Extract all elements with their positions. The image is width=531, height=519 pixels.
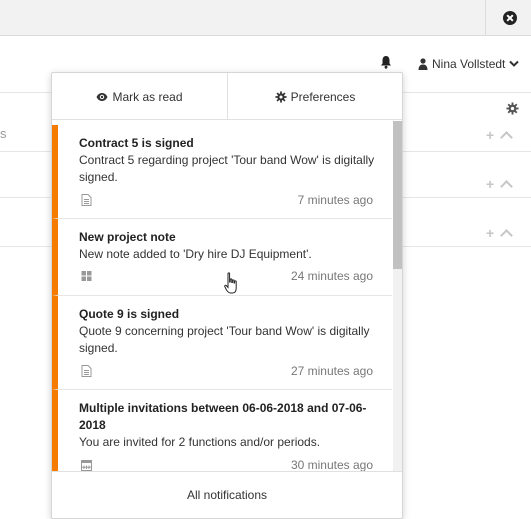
background-row-controls[interactable]: + xyxy=(486,226,526,242)
background-side-text: s xyxy=(0,126,7,141)
user-menu[interactable]: Nina Vollstedt xyxy=(418,56,520,72)
background-row-controls[interactable]: + xyxy=(486,128,526,144)
panel-actions: Mark as read Preferences xyxy=(52,73,402,120)
top-strip xyxy=(0,0,531,36)
user-name: Nina Vollstedt xyxy=(432,57,506,71)
chevron-down-icon xyxy=(509,60,520,67)
notification-title: Multiple invitations between 06-06-2018 … xyxy=(79,401,367,432)
eye-icon xyxy=(96,92,108,101)
notification-title: Contract 5 is signed xyxy=(79,136,194,150)
notification-time: 27 minutes ago xyxy=(290,364,373,378)
notification-body: You are invited for 2 functions and/or p… xyxy=(79,435,321,449)
preferences-label: Preferences xyxy=(290,89,356,104)
notification-title: Quote 9 is signed xyxy=(79,307,180,321)
notification-time: 7 minutes ago xyxy=(297,193,373,207)
grid-icon xyxy=(81,271,92,281)
plus-icon[interactable]: + xyxy=(486,226,494,240)
calendar-icon xyxy=(81,460,92,471)
document-icon xyxy=(81,365,92,377)
notification-time: 30 minutes ago xyxy=(290,458,373,471)
notification-body: Quote 9 concerning project 'Tour band Wo… xyxy=(79,324,370,355)
user-icon xyxy=(418,58,428,70)
gear-icon[interactable] xyxy=(506,102,519,115)
plus-icon[interactable]: + xyxy=(486,128,494,142)
hand-cursor-icon xyxy=(224,272,237,294)
top-strip-divider xyxy=(485,0,486,36)
scrollbar-thumb[interactable] xyxy=(393,121,402,269)
background-row-controls[interactable]: + xyxy=(486,177,526,193)
all-notifications-label: All notifications xyxy=(186,488,268,502)
bell-icon[interactable] xyxy=(380,55,392,69)
notification-time: 24 minutes ago xyxy=(290,269,373,283)
close-icon[interactable] xyxy=(503,11,517,25)
notification-item[interactable]: New project note New note added to 'Dry … xyxy=(52,219,392,296)
notification-body: New note added to 'Dry hire DJ Equipment… xyxy=(79,247,312,261)
notification-item[interactable]: Multiple invitations between 06-06-2018 … xyxy=(52,390,392,471)
preferences-button[interactable]: Preferences xyxy=(227,73,402,120)
mark-as-read-button[interactable]: Mark as read xyxy=(52,73,227,120)
all-notifications-link[interactable]: All notifications xyxy=(52,471,402,518)
notification-item[interactable]: Contract 5 is signed Contract 5 regardin… xyxy=(52,125,392,219)
document-icon xyxy=(81,194,92,206)
notification-title: New project note xyxy=(79,230,176,244)
plus-icon[interactable]: + xyxy=(486,177,494,191)
notification-body: Contract 5 regarding project 'Tour band … xyxy=(79,153,375,184)
notification-item[interactable]: Quote 9 is signed Quote 9 concerning pro… xyxy=(52,296,392,390)
gear-icon xyxy=(275,90,287,103)
notifications-list: Contract 5 is signed Contract 5 regardin… xyxy=(52,125,402,471)
mark-as-read-label: Mark as read xyxy=(112,89,183,104)
